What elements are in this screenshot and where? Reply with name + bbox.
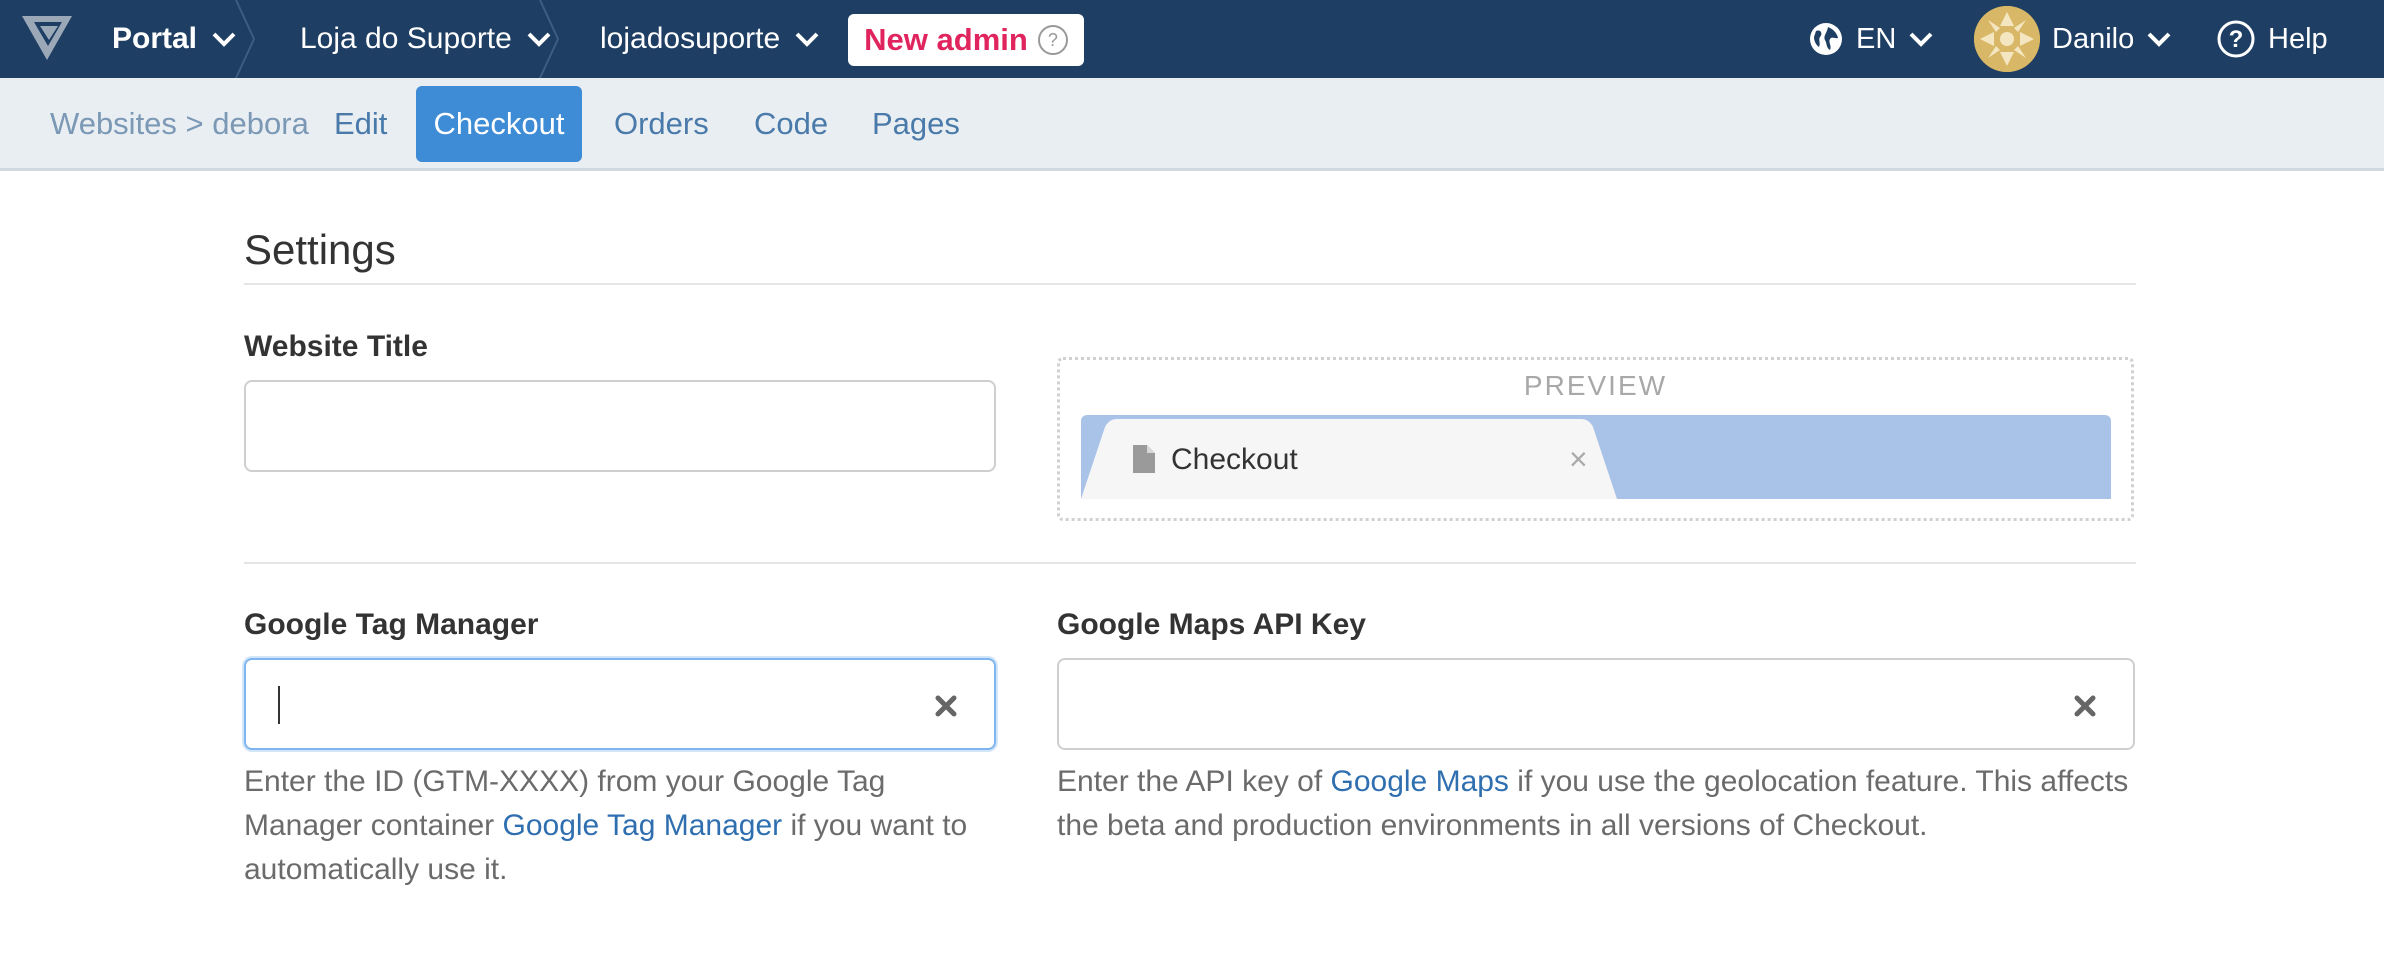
website-title-label: Website Title [244, 330, 428, 363]
globe-icon [1810, 23, 1842, 55]
maps-key-input[interactable] [1057, 658, 2135, 750]
title-preview: PREVIEW Checkout × [1057, 357, 2134, 521]
preview-label: PREVIEW [1523, 370, 1668, 401]
gtm-label: Google Tag Manager [244, 608, 539, 641]
text-caret [278, 686, 280, 724]
help-label: Help [2268, 22, 2328, 55]
maps-key-help-text: Enter the API key of Google Maps if you … [1057, 760, 2137, 848]
sub-navigation: Websites > debora Edit Checkout Orders C… [0, 78, 2384, 171]
chevron-down-icon [795, 32, 819, 47]
gtm-help-text: Enter the ID (GTM-XXXX) from your Google… [244, 760, 1004, 892]
vtex-logo-icon[interactable] [20, 12, 74, 64]
avatar [1974, 6, 2040, 72]
clear-icon[interactable] [2073, 694, 2097, 718]
chevron-down-icon [1909, 32, 1933, 47]
tab-code[interactable]: Code [730, 86, 852, 162]
chevron-down-icon [2147, 32, 2171, 47]
portal-menu[interactable]: Portal [112, 0, 237, 78]
help-circle-icon: ? [2217, 20, 2255, 58]
breadcrumb-websites[interactable]: Websites [50, 106, 177, 141]
file-icon [1133, 445, 1155, 473]
store-menu[interactable]: lojadosuporte [600, 0, 820, 78]
help-link[interactable]: ? Help [2216, 0, 2328, 78]
tab-checkout[interactable]: Checkout [416, 86, 582, 162]
user-menu[interactable]: Danilo [1974, 0, 2172, 78]
tab-orders[interactable]: Orders [590, 86, 733, 162]
new-admin-label: New admin [864, 22, 1028, 57]
breadcrumb-separator [539, 0, 560, 78]
divider [244, 562, 2136, 564]
account-label: Loja do Suporte [300, 22, 512, 55]
preview-tab-title: Checkout [1171, 443, 1298, 476]
gtm-help-link[interactable]: Google Tag Manager [503, 809, 783, 842]
svg-text:?: ? [2229, 26, 2244, 53]
maps-help-before: Enter the API key of [1057, 765, 1331, 798]
browser-tab-strip: Checkout × [1081, 415, 2111, 499]
language-selector[interactable]: EN [1808, 0, 1934, 78]
clear-icon[interactable] [934, 694, 958, 718]
browser-tab-shape [1081, 419, 1617, 499]
new-admin-button[interactable]: New admin ? [848, 14, 1084, 66]
gtm-input[interactable] [244, 658, 996, 750]
portal-label: Portal [112, 22, 198, 55]
page-title: Settings [244, 226, 396, 273]
breadcrumb-separator: > [185, 106, 204, 141]
website-title-input[interactable] [244, 380, 996, 472]
user-name-label: Danilo [2052, 22, 2135, 55]
divider [244, 283, 2136, 285]
language-label: EN [1856, 22, 1897, 55]
store-label: lojadosuporte [600, 22, 781, 55]
account-menu[interactable]: Loja do Suporte [300, 0, 552, 78]
tab-edit[interactable]: Edit [310, 86, 411, 162]
question-icon[interactable]: ? [1037, 25, 1068, 55]
maps-help-link[interactable]: Google Maps [1331, 765, 1509, 798]
breadcrumb-site[interactable]: debora [212, 106, 309, 141]
close-icon: × [1569, 441, 1588, 477]
maps-key-label: Google Maps API Key [1057, 608, 1366, 641]
breadcrumb: Websites > debora [50, 106, 309, 142]
breadcrumb-separator [235, 0, 256, 78]
top-navigation-bar: Portal Loja do Suporte lojadosuporte New… [0, 0, 2384, 78]
tab-pages[interactable]: Pages [848, 86, 984, 162]
